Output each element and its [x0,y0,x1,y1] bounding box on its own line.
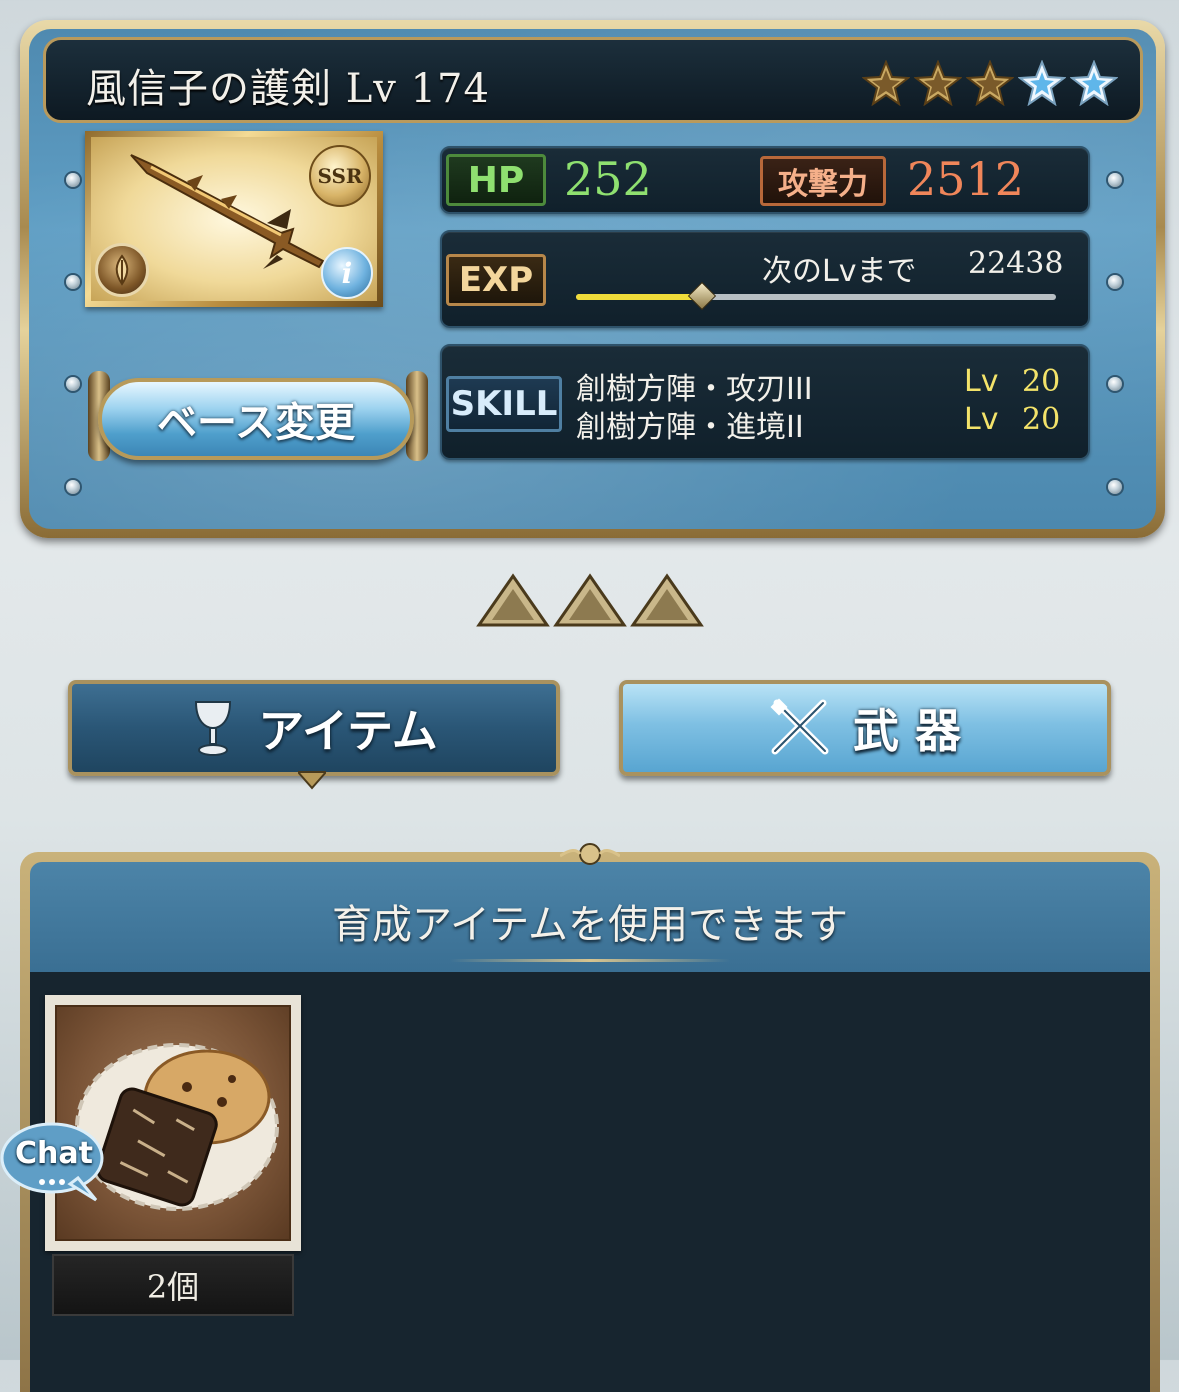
rivet [1108,173,1122,187]
rivet [66,275,80,289]
star-gold-icon [862,60,910,106]
info-icon[interactable]: i [321,247,373,299]
exp-bar-track [576,294,1056,300]
weapon-title: 風信子の護剣 Lv 174 [86,56,490,114]
rivet [1108,377,1122,391]
attack-value: 2512 [907,152,1025,206]
base-change-button[interactable]: ベース変更 [98,378,414,460]
tab-item-label: アイテム [258,704,438,758]
weapon-title-bar: 風信子の護剣 Lv 174 [43,37,1143,123]
exp-bar-fill [576,294,701,300]
exp-label: EXP [446,254,546,306]
skill-label: SKILL [446,376,562,432]
selector-arrow-icon [295,771,329,790]
earth-element-icon [115,254,129,286]
rivet [1108,275,1122,289]
tab-item[interactable]: アイテム [68,680,560,776]
triangle-ornament-icon [476,573,550,627]
rarity-badge: SSR [309,145,371,207]
tab-weapon[interactable]: 武 器 [619,680,1111,776]
tab-selector-ornament [295,770,329,790]
skill-level: Lv 20 [964,402,1060,437]
element-badge-icon [95,243,149,297]
triangle-ornament-icon [553,573,627,627]
hp-value: 252 [564,152,652,206]
panel-crest-ornament [559,842,621,866]
triangle-ornament-icon [630,573,704,627]
tab-weapon-label: 武 器 [852,704,961,758]
skill-level: Lv 20 [964,364,1060,399]
item-count: 2個 [52,1254,294,1316]
crest-icon [559,843,621,865]
goblet-icon [195,701,232,756]
skill-level-label: Lv [964,364,999,399]
rivet [66,173,80,187]
star-gold-icon [914,60,962,106]
skill-name[interactable]: 創樹方陣・進境II [576,402,804,446]
stats-panel: HP 252 攻撃力 2512 [440,146,1090,214]
star-gold-icon [966,60,1014,106]
exp-panel: EXP 次のLvまで 22438 [440,230,1090,328]
rivet [66,480,80,494]
weapon-name: 風信子の護剣 [86,66,332,112]
attack-label: 攻撃力 [760,156,886,206]
exp-bar-marker [687,281,716,311]
next-level-exp: 22438 [968,246,1064,281]
item-panel-header: 育成アイテムを使用できます [30,862,1150,972]
chat-label: Chat [15,1136,93,1171]
skill-level-label: Lv [964,402,999,437]
skill-level-value: 20 [1022,402,1061,437]
chat-button[interactable]: Chat [0,1118,110,1204]
rivet [66,377,80,391]
skill-panel: SKILL 創樹方陣・攻刃III Lv 20 創樹方陣・進境II Lv 20 [440,344,1090,460]
weapon-level: 174 [410,66,490,112]
next-level-label: 次のLvまで [762,254,917,289]
weapon-level-label: Lv [345,66,397,112]
item-panel-title: 育成アイテムを使用できます [332,902,848,948]
star-blue-icon [1018,60,1066,106]
weapon-art: SSR i [91,137,377,301]
weapon-image[interactable]: SSR i [85,131,383,307]
uncap-stars [862,60,1118,106]
star-blue-icon [1070,60,1118,106]
header-divider [450,959,730,962]
rivet [1108,480,1122,494]
hp-label: HP [446,154,546,206]
crossed-swords-icon [770,698,829,755]
skill-level-value: 20 [1022,364,1061,399]
